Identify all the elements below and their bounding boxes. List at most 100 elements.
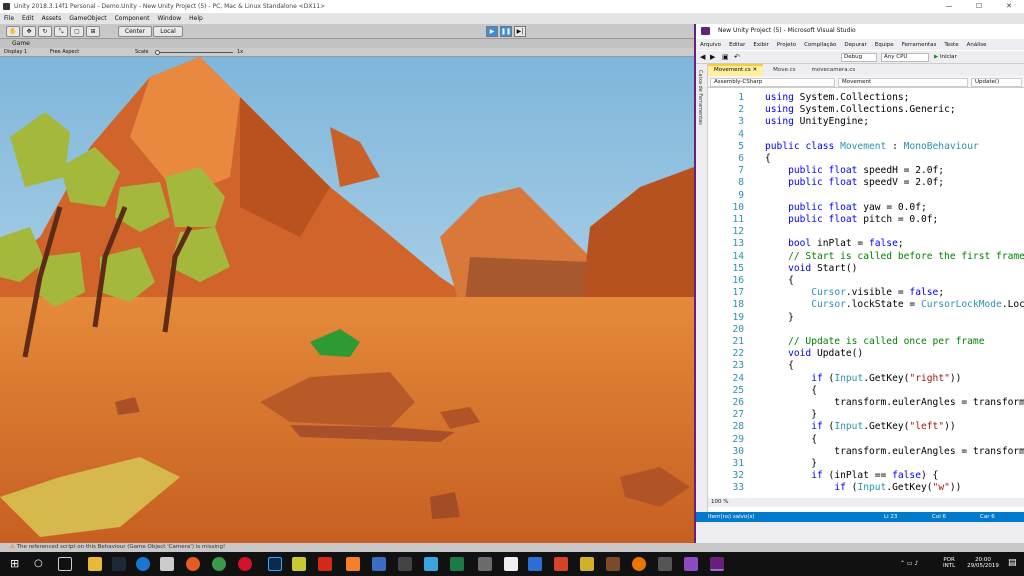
toolbox-side-panel[interactable]: Caixa de Ferramentas	[696, 64, 708, 512]
start-button[interactable]: ▶ Iniciar	[934, 53, 957, 62]
menu-edit[interactable]: Edit	[22, 15, 34, 22]
pivot-center-button[interactable]: Center	[118, 26, 152, 37]
code-line[interactable]: }	[765, 312, 794, 323]
pivot-local-button[interactable]: Local	[153, 26, 183, 37]
app2-icon[interactable]	[398, 557, 412, 571]
scale-tool-icon[interactable]: ⤡	[54, 26, 68, 37]
search-icon[interactable]: ○	[34, 557, 48, 571]
code-line[interactable]: Cursor.lockState = CursorLockMode.Locked	[765, 299, 1024, 310]
app10-icon[interactable]	[658, 557, 672, 571]
firefox-icon[interactable]	[186, 557, 200, 571]
game-view[interactable]	[0, 57, 694, 543]
code-line[interactable]: public float speedH = 2.0f;	[765, 165, 944, 176]
scale-slider-handle[interactable]	[155, 50, 160, 55]
blender-icon[interactable]	[632, 557, 646, 571]
language-indicator[interactable]: POR INTL	[943, 557, 955, 569]
clock[interactable]: 20:00 29/05/2019	[964, 557, 1002, 569]
code-line[interactable]: public float speedV = 2.0f;	[765, 177, 944, 188]
app6-icon[interactable]	[528, 557, 542, 571]
vs-menu-equipe[interactable]: Equipe	[875, 42, 894, 48]
vs-menu-analise[interactable]: Análise	[967, 42, 987, 48]
code-line[interactable]: void Start()	[765, 263, 857, 274]
tray-icons[interactable]: ⌃ ▭ ♪	[900, 560, 918, 567]
vs-menu-arquivo[interactable]: Arquivo	[700, 42, 721, 48]
code-line[interactable]: {	[765, 153, 771, 164]
app7-icon[interactable]	[554, 557, 568, 571]
start-icon[interactable]: ⊞	[10, 557, 24, 571]
app3-icon[interactable]	[424, 557, 438, 571]
tab-move[interactable]: Move.cs	[767, 64, 801, 76]
save-icon[interactable]: ▣	[722, 53, 729, 61]
undo-icon[interactable]: ↶	[734, 53, 740, 61]
method-dropdown[interactable]: Update()	[971, 78, 1022, 87]
code-line[interactable]: {	[765, 385, 817, 396]
notification-icon[interactable]: ▤	[1008, 558, 1017, 568]
task-view-icon[interactable]	[58, 557, 72, 571]
code-line[interactable]: transform.eulerAngles = transform.eu	[765, 446, 1024, 457]
app11-icon[interactable]	[684, 557, 698, 571]
display-dropdown[interactable]: Display 1	[4, 48, 27, 57]
app4-icon[interactable]	[450, 557, 464, 571]
code-line[interactable]: using System.Collections.Generic;	[765, 104, 956, 115]
code-line[interactable]: {	[765, 360, 794, 371]
scale-slider[interactable]	[155, 52, 233, 53]
steam-icon[interactable]	[112, 557, 126, 571]
filezilla-icon[interactable]	[318, 557, 332, 571]
forward-icon[interactable]: ▶	[710, 53, 715, 61]
app5-icon[interactable]	[478, 557, 492, 571]
platform-dropdown[interactable]: Any CPU	[881, 53, 929, 62]
config-dropdown[interactable]: Debug	[841, 53, 877, 62]
close-icon[interactable]: ✕	[753, 67, 758, 73]
code-line[interactable]: if (Input.GetKey("right"))	[765, 373, 961, 384]
code-line[interactable]: {	[765, 434, 817, 445]
code-editor[interactable]: 1 using System.Collections; 2 using System.…	[708, 88, 1024, 498]
menu-component[interactable]: Component	[115, 15, 150, 22]
vs-menu-compilacao[interactable]: Compilação	[804, 42, 836, 48]
move-tool-icon[interactable]: ✥	[22, 26, 36, 37]
code-line[interactable]: // Start is called before the first fram…	[765, 251, 1024, 262]
hand-tool-icon[interactable]: ✋	[6, 26, 20, 37]
class-dropdown[interactable]: Movement	[838, 78, 968, 87]
tab-movecamera[interactable]: movecamera.cs	[806, 64, 862, 76]
play-icon[interactable]: ▶	[486, 26, 498, 37]
step-icon[interactable]: ▶|	[514, 26, 526, 37]
vs-menu-editar[interactable]: Editar	[729, 42, 745, 48]
code-line[interactable]: void Update()	[765, 348, 863, 359]
code-line[interactable]: Cursor.visible = false;	[765, 287, 944, 298]
code-line[interactable]: using System.Collections;	[765, 92, 909, 103]
vs-menu-teste[interactable]: Teste	[944, 42, 958, 48]
edge-icon[interactable]	[136, 557, 150, 571]
code-line[interactable]: if (Input.GetKey("w"))	[765, 482, 961, 493]
visual-studio-taskbar-icon[interactable]	[710, 557, 724, 571]
store-icon[interactable]	[160, 557, 174, 571]
menu-file[interactable]: File	[4, 15, 14, 22]
menu-window[interactable]: Window	[157, 15, 181, 22]
menu-gameobject[interactable]: GameObject	[69, 15, 106, 22]
aspect-dropdown[interactable]: Free Aspect	[50, 48, 79, 57]
project-dropdown[interactable]: Assembly-CSharp	[710, 78, 835, 87]
pause-icon[interactable]: ❚❚	[500, 26, 512, 37]
back-icon[interactable]: ◀	[700, 53, 705, 61]
code-line[interactable]: public float pitch = 0.0f;	[765, 214, 938, 225]
zoom-level[interactable]: 100 %	[708, 498, 1024, 507]
close-icon[interactable]: ✕	[994, 0, 1024, 13]
vs-menu-projeto[interactable]: Projeto	[777, 42, 796, 48]
code-line[interactable]: bool inPlat = false;	[765, 238, 904, 249]
code-line[interactable]: public class Movement : MonoBehaviour	[765, 141, 979, 152]
console-message[interactable]: The referenced script on this Behaviour …	[17, 544, 226, 550]
app9-icon[interactable]	[606, 557, 620, 571]
code-line[interactable]: if (Input.GetKey("left"))	[765, 421, 955, 432]
pw-icon[interactable]	[292, 557, 306, 571]
tab-movement[interactable]: Movement.cs ✕	[708, 64, 764, 76]
file-explorer-icon[interactable]	[88, 557, 102, 571]
vs-menu-ferramentas[interactable]: Ferramentas	[902, 42, 937, 48]
rect-tool-icon[interactable]: ▢	[70, 26, 84, 37]
menu-help[interactable]: Help	[189, 15, 203, 22]
code-line[interactable]: public float yaw = 0.0f;	[765, 202, 927, 213]
code-line[interactable]: {	[765, 275, 794, 286]
transform-tool-icon[interactable]: ⊞	[86, 26, 100, 37]
code-line[interactable]: if (inPlat == false) {	[765, 470, 938, 481]
code-line[interactable]: }	[765, 409, 817, 420]
app8-icon[interactable]	[580, 557, 594, 571]
rotate-tool-icon[interactable]: ↻	[38, 26, 52, 37]
